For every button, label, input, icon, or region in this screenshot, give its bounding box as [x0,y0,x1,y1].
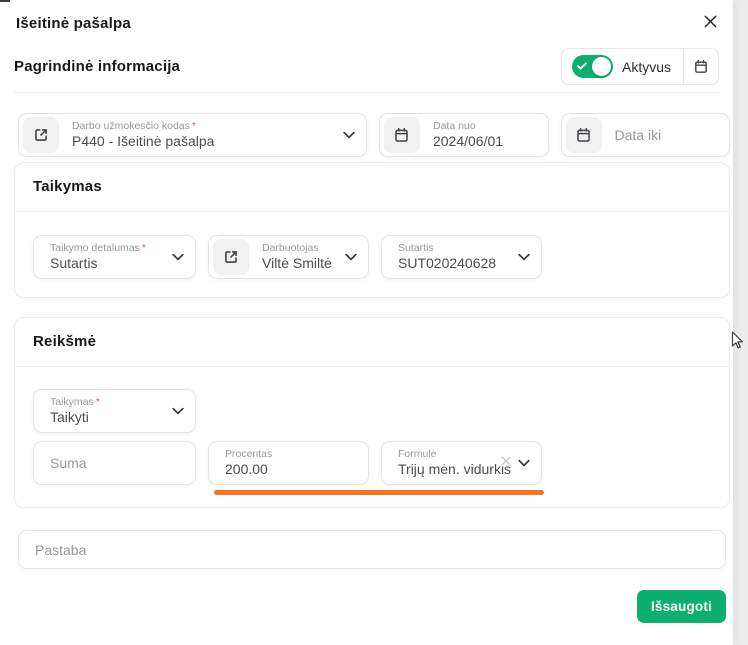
note-input[interactable] [19,531,725,568]
application-card-body: Taikymo detalumas* Sutartis Darbuotojas … [15,212,729,297]
background-page-edge [0,0,10,2]
value-card-title: Reikšmė [15,318,729,350]
employee-label: Darbuotojas [262,242,332,255]
chevron-down-icon [345,253,357,261]
date-from-field[interactable]: Data nuo 2024/06/01 [379,113,549,157]
application-card-title: Taikymas [15,163,729,195]
main-fields-row: Darbo užmokesčio kodas* P440 - Išeitinė … [0,113,733,157]
close-button[interactable] [700,11,720,31]
contract-select[interactable]: Sutartis SUT020240628 [381,235,542,279]
field-text: Taikymo detalumas* Sutartis [50,242,146,273]
employee-select[interactable]: Darbuotojas Viltė Smiltė [208,235,369,279]
date-to-placeholder: Data iki [615,127,662,143]
note-row [0,530,733,569]
active-toggle[interactable] [572,55,613,78]
active-toggle-label: Aktyvus [622,59,671,75]
active-toggle-group[interactable]: Aktyvus [562,49,683,84]
formula-label: Formulė [398,448,511,461]
external-link-icon[interactable] [23,117,59,153]
field-text: Taikymas* Taikyti [50,396,100,427]
chevron-down-icon [343,131,355,139]
apply-label: Taikymas* [50,396,100,409]
value-card: Reikšmė Taikymas* Taikyti Procent [14,317,730,508]
toggle-knob [592,57,611,76]
formula-value: Trijų mėn. vidurkis [398,461,511,479]
application-detail-value: Sutartis [50,255,146,273]
formula-highlight-bar [214,490,544,495]
percent-value: 200.00 [225,461,272,479]
main-section-title: Pagrindinė informacija [14,58,180,75]
date-to-field[interactable]: Data iki [561,113,731,157]
field-text: Formulė Trijų mėn. vidurkis [398,448,511,479]
field-text: Procentas 200.00 [225,448,272,479]
amount-input[interactable] [34,442,195,484]
salary-code-label: Darbo užmokesčio kodas* [72,120,214,133]
date-from-label: Data nuo [433,120,503,133]
field-text: Sutartis SUT020240628 [398,242,496,273]
clear-icon[interactable] [501,456,511,466]
chevron-down-icon [172,253,184,261]
date-from-value: 2024/06/01 [433,133,503,151]
note-field[interactable] [18,530,726,569]
application-detail-select[interactable]: Taikymo detalumas* Sutartis [33,235,196,279]
modal-title: Išeitinė pašalpa [16,15,717,32]
chevron-down-icon [518,253,530,261]
salary-code-select[interactable]: Darbo užmokesčio kodas* P440 - Išeitinė … [18,113,367,157]
active-control: Aktyvus [561,48,719,85]
percent-field[interactable]: Procentas 200.00 [208,441,369,485]
apply-value: Taikyti [50,409,100,427]
salary-code-value: P440 - Išeitinė pašalpa [72,133,214,151]
field-text: Data nuo 2024/06/01 [433,120,503,151]
contract-value: SUT020240628 [398,255,496,273]
active-period-button[interactable] [683,49,718,84]
mouse-cursor [731,331,745,356]
application-card: Taikymas Taikymo detalumas* Sutartis Dar… [14,162,730,298]
save-button[interactable]: Išsaugoti [637,590,726,623]
amount-field[interactable] [33,441,196,485]
formula-select[interactable]: Formulė Trijų mėn. vidurkis [381,441,542,485]
modal-footer: Išsaugoti [0,590,733,623]
chevron-down-icon [518,459,530,467]
main-section-header: Pagrindinė informacija Aktyvus [0,48,733,85]
field-text: Darbo užmokesčio kodas* P440 - Išeitinė … [72,120,214,151]
employee-value: Viltė Smiltė [262,255,332,273]
close-icon [703,14,718,29]
value-card-body: Taikymas* Taikyti Procentas 200.00 [15,367,729,507]
calendar-icon [693,59,709,75]
header-divider [14,92,719,93]
severance-pay-modal: Išeitinė pašalpa Pagrindinė informacija … [0,0,733,645]
apply-select[interactable]: Taikymas* Taikyti [33,389,196,433]
calendar-icon [566,117,602,153]
application-detail-label: Taikymo detalumas* [50,242,146,255]
calendar-icon [384,117,420,153]
check-icon [577,62,587,70]
field-text: Darbuotojas Viltė Smiltė [262,242,332,273]
percent-label: Procentas [225,448,272,461]
external-link-icon[interactable] [213,239,249,275]
modal-header: Išeitinė pašalpa [0,0,733,32]
chevron-down-icon [172,407,184,415]
contract-label: Sutartis [398,242,496,255]
